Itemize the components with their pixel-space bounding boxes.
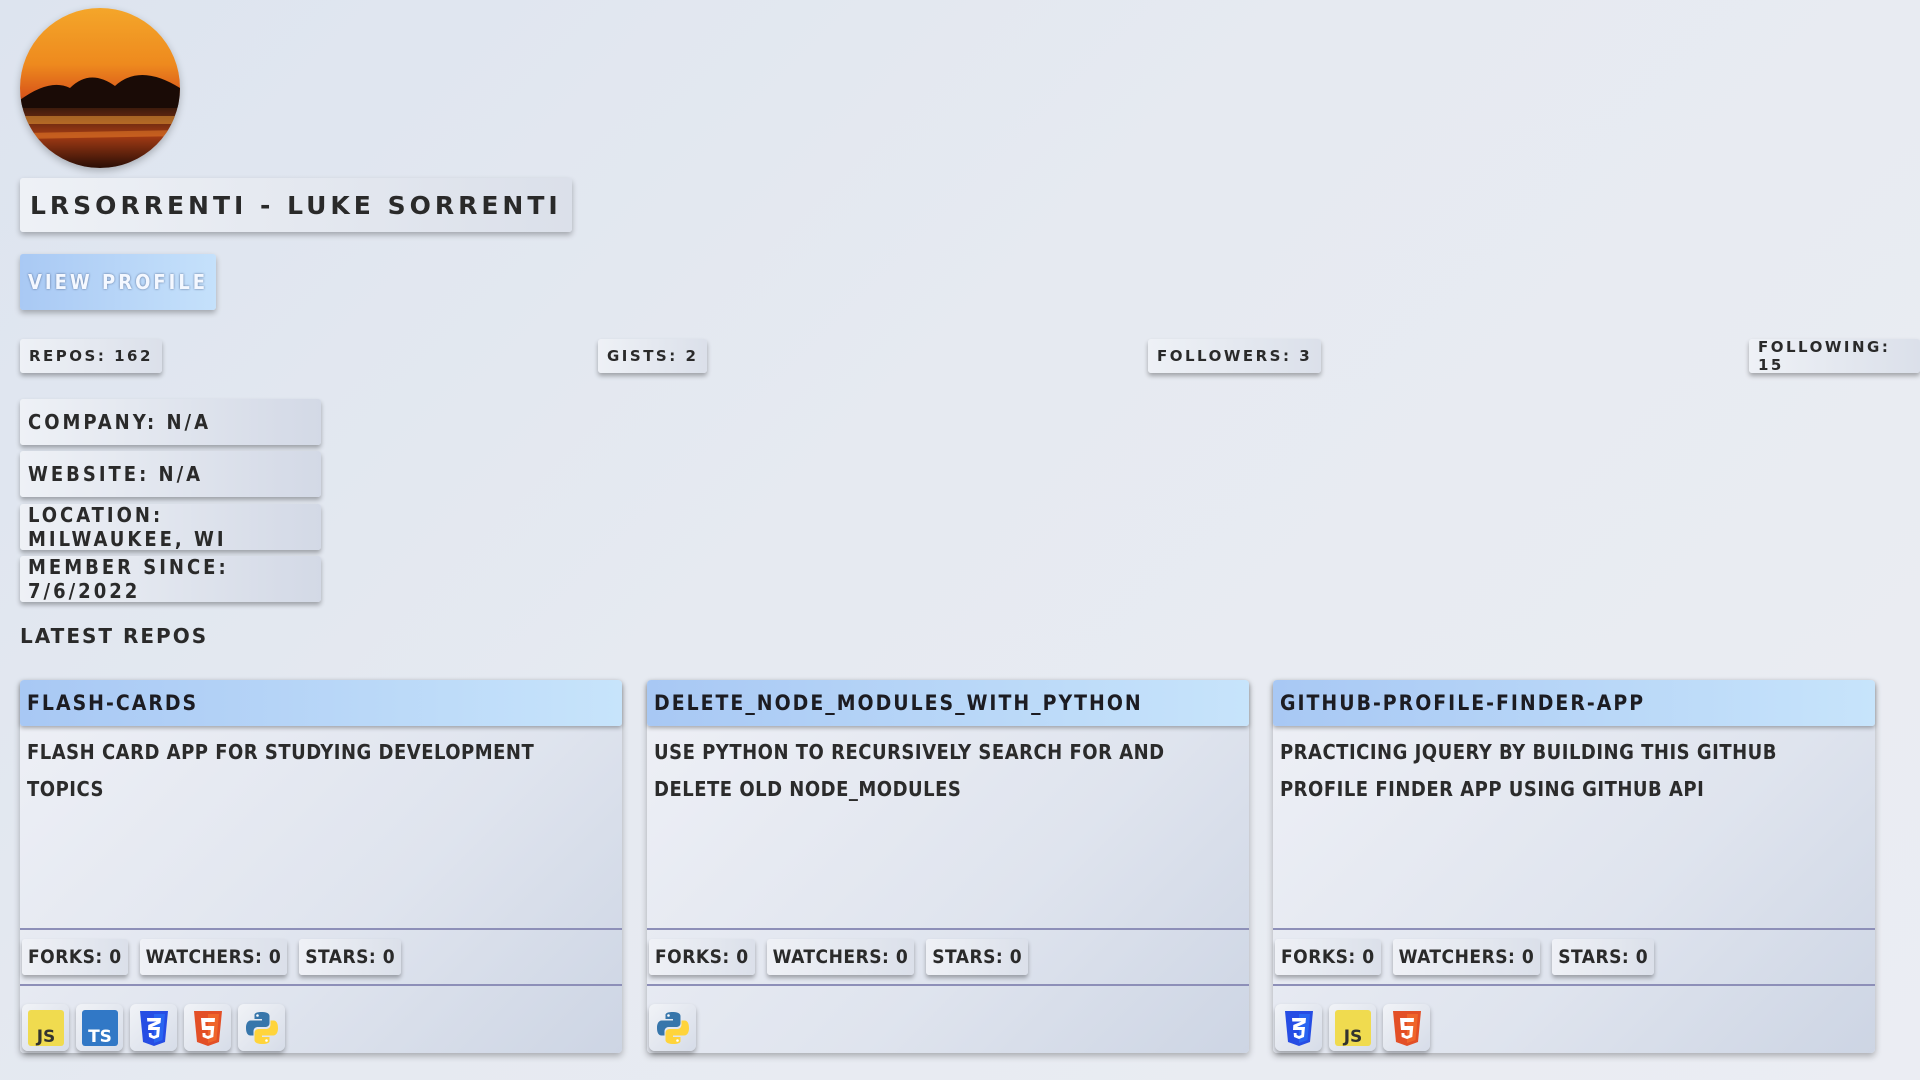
repo-name-link[interactable]: GITHUB-PROFILE-FINDER-APP (1273, 680, 1875, 726)
watchers-badge: WATCHERS: 0 (766, 939, 915, 975)
css3-icon (130, 1004, 177, 1051)
repo-description: PRACTICING JQUERY BY BUILDING THIS GITHU… (1280, 740, 1777, 801)
css3-icon (1275, 1004, 1322, 1051)
following-count: FOLLOWING: 15 (1749, 338, 1920, 374)
avatar (20, 8, 180, 168)
language-icons (649, 1004, 696, 1051)
repos-count: REPOS: 162 (20, 339, 162, 373)
repo-name-link[interactable]: DELETE_NODE_MODULES_WITH_PYTHON (647, 680, 1249, 726)
repo-stats: FORKS: 0 WATCHERS: 0 STARS: 0 (647, 928, 1249, 986)
repo-card: GITHUB-PROFILE-FINDER-APP PRACTICING JQU… (1273, 680, 1875, 1053)
forks-badge: FORKS: 0 (22, 939, 128, 975)
followers-count: FOLLOWERS: 3 (1148, 339, 1322, 373)
svg-text:JS: JS (1342, 1027, 1362, 1047)
repo-name-link[interactable]: FLASH-CARDS (20, 680, 622, 726)
html5-icon (1383, 1004, 1430, 1051)
repo-card: FLASH-CARDS FLASH CARD APP FOR STUDYING … (20, 680, 622, 1053)
location-info: LOCATION: MILWAUKEE, WI (20, 503, 321, 551)
avatar-image (20, 8, 180, 168)
stars-badge: STARS: 0 (926, 939, 1029, 975)
typescript-icon: TS (76, 1004, 123, 1051)
repo-stats: FORKS: 0 WATCHERS: 0 STARS: 0 (1273, 928, 1875, 986)
stars-badge: STARS: 0 (1552, 939, 1655, 975)
svg-text:JS: JS (35, 1027, 55, 1047)
svg-text:TS: TS (88, 1027, 112, 1047)
repo-card: DELETE_NODE_MODULES_WITH_PYTHON USE PYTH… (647, 680, 1249, 1053)
view-profile-button[interactable]: VIEW PROFILE (20, 254, 217, 310)
repo-stats: FORKS: 0 WATCHERS: 0 STARS: 0 (20, 928, 622, 986)
forks-badge: FORKS: 0 (649, 939, 755, 975)
stars-badge: STARS: 0 (299, 939, 402, 975)
language-icons: JS (1275, 1004, 1430, 1051)
company-info: COMPANY: N/A (20, 399, 321, 445)
python-icon (238, 1004, 285, 1051)
watchers-badge: WATCHERS: 0 (1392, 939, 1541, 975)
latest-repos-title: LATEST REPOS (20, 624, 209, 648)
repo-description: USE PYTHON TO RECURSIVELY SEARCH FOR AND… (654, 740, 1165, 801)
watchers-badge: WATCHERS: 0 (139, 939, 288, 975)
javascript-icon: JS (1329, 1004, 1376, 1051)
gists-count: GISTS: 2 (598, 339, 708, 373)
language-icons: JS TS (22, 1004, 285, 1051)
forks-badge: FORKS: 0 (1275, 939, 1381, 975)
profile-name: LRSORRENTI - LUKE SORRENTI (20, 178, 572, 232)
website-info: WEBSITE: N/A (20, 451, 321, 497)
javascript-icon: JS (22, 1004, 69, 1051)
member-since-info: MEMBER SINCE: 7/6/2022 (20, 555, 321, 603)
python-icon (649, 1004, 696, 1051)
html5-icon (184, 1004, 231, 1051)
repo-description: FLASH CARD APP FOR STUDYING DEVELOPMENT … (27, 740, 535, 801)
